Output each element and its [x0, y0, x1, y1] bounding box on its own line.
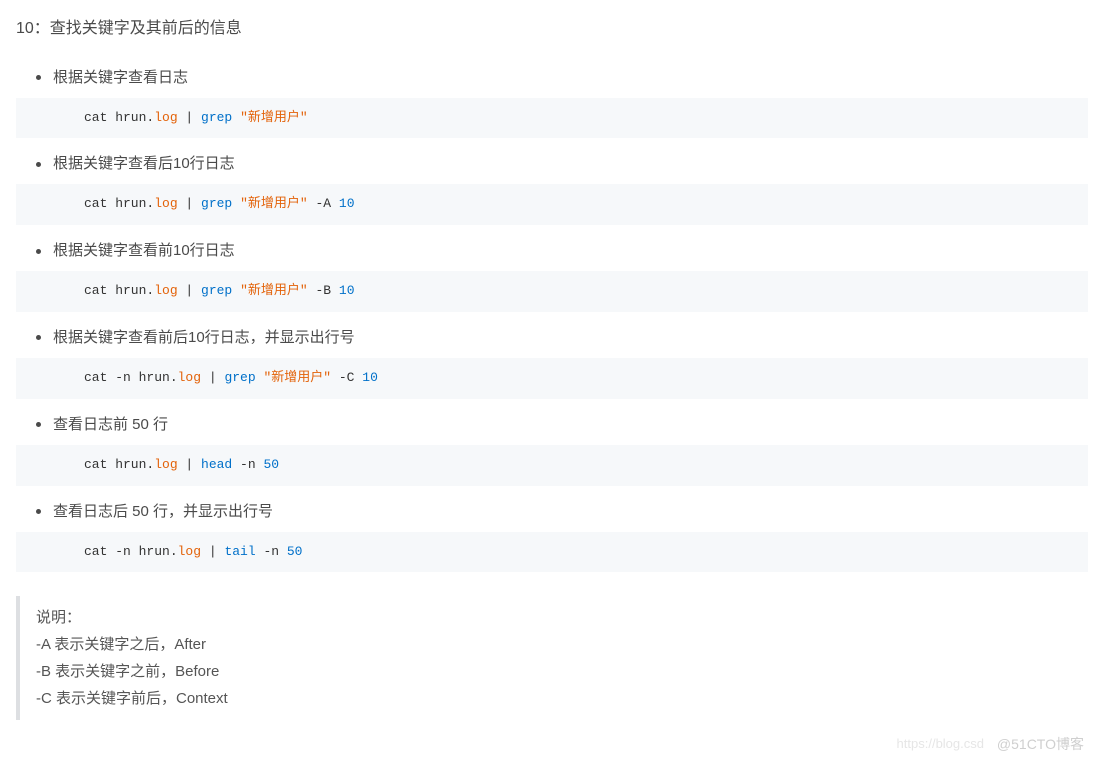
code-token: log [154, 457, 177, 472]
section-label: 根据关键字查看后10行日志 [53, 152, 235, 176]
code-token: tail [224, 544, 255, 559]
code-token: log [154, 283, 177, 298]
code-token: | [178, 110, 201, 125]
section-item: 查看日志后 50 行，并显示出行号 cat -n hrun.log | tail … [16, 500, 1088, 573]
desc-title: 说明： [36, 604, 1072, 631]
bullet-row: 根据关键字查看前后10行日志，并显示出行号 [16, 326, 1088, 350]
bullet-icon [36, 509, 41, 514]
code-token: grep [201, 283, 232, 298]
watermark-url: https://blog.csd [897, 734, 984, 755]
bullet-row: 查看日志前 50 行 [16, 413, 1088, 437]
code-token: "新增用户" [240, 196, 308, 211]
code-token: "新增用户" [263, 370, 331, 385]
section-item: 查看日志前 50 行 cat hrun.log | head -n 50 [16, 413, 1088, 486]
code-token [232, 283, 240, 298]
code-token: cat -n hrun. [84, 370, 178, 385]
section-label: 查看日志前 50 行 [53, 413, 168, 437]
code-token [232, 110, 240, 125]
code-token: 50 [287, 544, 303, 559]
code-token: 10 [339, 283, 355, 298]
code-token: cat hrun. [84, 457, 154, 472]
code-token: -n [256, 544, 287, 559]
section-label: 根据关键字查看前后10行日志，并显示出行号 [53, 326, 355, 350]
code-token: -C [331, 370, 362, 385]
bullet-row: 根据关键字查看日志 [16, 66, 1088, 90]
bullet-icon [36, 162, 41, 167]
section-item: 根据关键字查看日志 cat hrun.log | grep "新增用户" [16, 66, 1088, 139]
bullet-icon [36, 335, 41, 340]
code-token: | [201, 544, 224, 559]
code-token: | [178, 457, 201, 472]
code-token: | [178, 283, 201, 298]
code-token: grep [201, 110, 232, 125]
desc-line: -B 表示关键字之前，Before [36, 658, 1072, 685]
section-label: 查看日志后 50 行，并显示出行号 [53, 500, 273, 524]
code-token: log [154, 196, 177, 211]
code-block: cat -n hrun.log | tail -n 50 [16, 532, 1088, 573]
code-token: -B [308, 283, 339, 298]
code-token: | [178, 196, 201, 211]
code-token: -n [232, 457, 263, 472]
description-block: 说明： -A 表示关键字之后，After-B 表示关键字之前，Before-C … [16, 596, 1088, 720]
section-item: 根据关键字查看前后10行日志，并显示出行号 cat -n hrun.log | g… [16, 326, 1088, 399]
code-token: grep [224, 370, 255, 385]
code-block: cat hrun.log | head -n 50 [16, 445, 1088, 486]
code-token: log [178, 370, 201, 385]
code-token: 10 [339, 196, 355, 211]
code-token: | [201, 370, 224, 385]
desc-line: -A 表示关键字之后，After [36, 631, 1072, 658]
bullet-icon [36, 249, 41, 254]
code-token: cat hrun. [84, 196, 154, 211]
code-token: "新增用户" [240, 283, 308, 298]
watermark-brand: @51CTO博客 [997, 733, 1084, 755]
code-token [232, 196, 240, 211]
code-token: log [178, 544, 201, 559]
code-token: cat hrun. [84, 283, 154, 298]
section-item: 根据关键字查看前10行日志 cat hrun.log | grep "新增用户" … [16, 239, 1088, 312]
code-token: -A [308, 196, 339, 211]
code-token: grep [201, 196, 232, 211]
desc-line: -C 表示关键字前后，Context [36, 685, 1072, 712]
code-token: cat hrun. [84, 110, 154, 125]
code-block: cat hrun.log | grep "新增用户" [16, 98, 1088, 139]
section-list: 根据关键字查看日志cat hrun.log | grep "新增用户"根据关键字… [16, 66, 1088, 573]
code-token: 50 [263, 457, 279, 472]
bullet-row: 查看日志后 50 行，并显示出行号 [16, 500, 1088, 524]
code-token: cat -n hrun. [84, 544, 178, 559]
bullet-row: 根据关键字查看前10行日志 [16, 239, 1088, 263]
bullet-row: 根据关键字查看后10行日志 [16, 152, 1088, 176]
section-label: 根据关键字查看前10行日志 [53, 239, 235, 263]
page-heading: 10：查找关键字及其前后的信息 [16, 16, 1088, 42]
code-block: cat -n hrun.log | grep "新增用户" -C 10 [16, 358, 1088, 399]
code-token: 10 [362, 370, 378, 385]
section-label: 根据关键字查看日志 [53, 66, 188, 90]
code-token: head [201, 457, 232, 472]
bullet-icon [36, 75, 41, 80]
code-block: cat hrun.log | grep "新增用户" -A 10 [16, 184, 1088, 225]
code-block: cat hrun.log | grep "新增用户" -B 10 [16, 271, 1088, 312]
section-item: 根据关键字查看后10行日志 cat hrun.log | grep "新增用户" … [16, 152, 1088, 225]
bullet-icon [36, 422, 41, 427]
code-token: log [154, 110, 177, 125]
code-token: "新增用户" [240, 110, 308, 125]
